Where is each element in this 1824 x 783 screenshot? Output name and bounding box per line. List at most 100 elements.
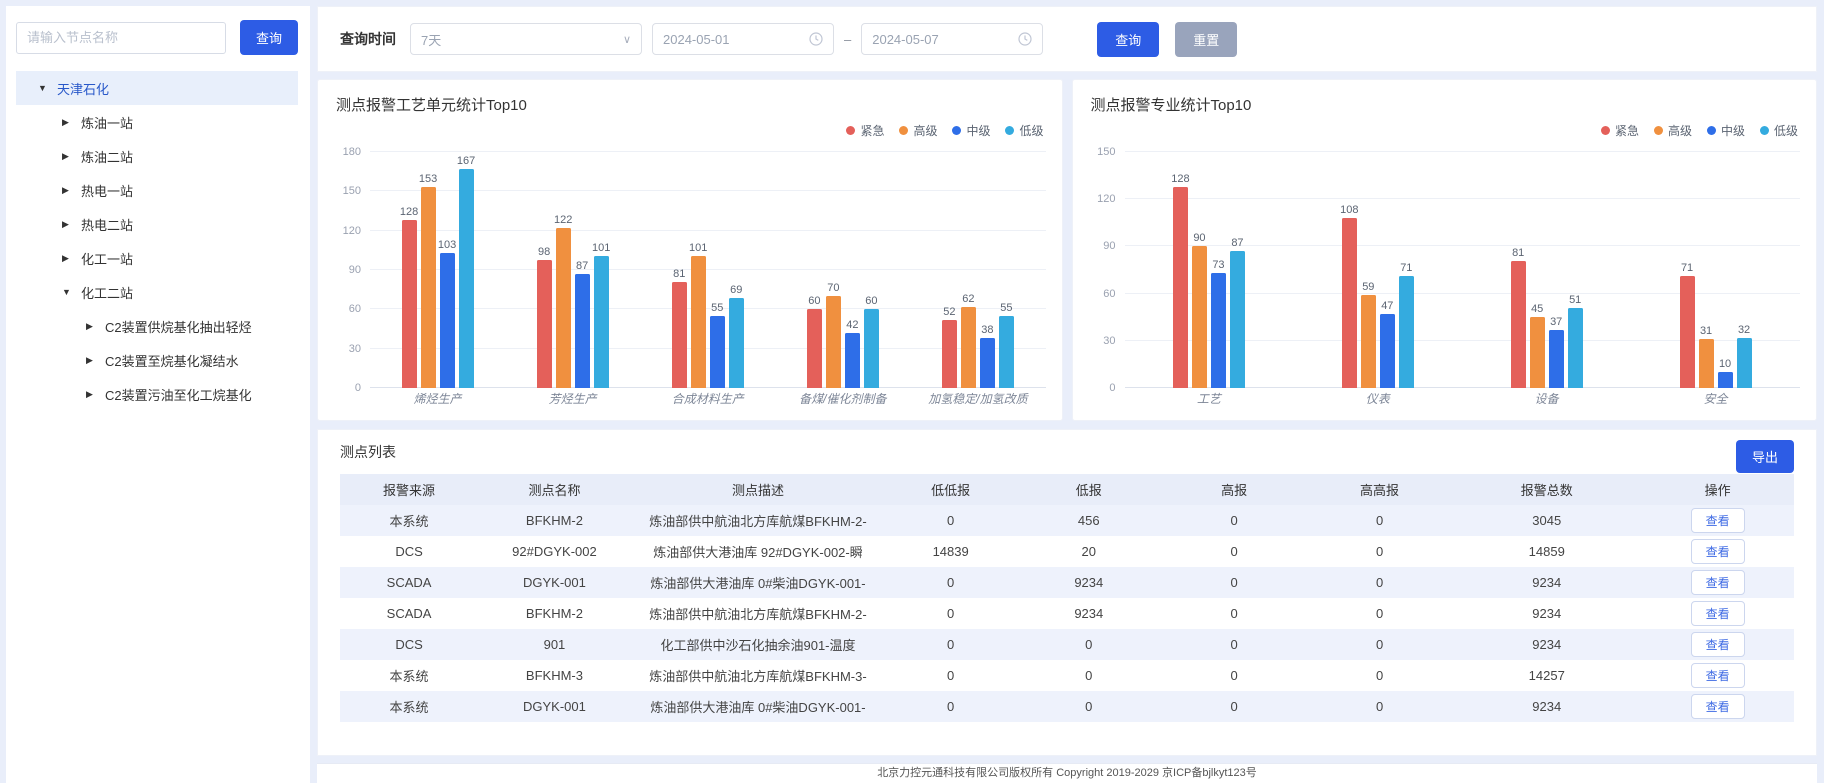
end-date-input[interactable]: 2024-05-07 xyxy=(861,23,1043,55)
bar-groups: 1281531031679812287101811015569607042605… xyxy=(370,152,1046,388)
legend-item-低级[interactable]: 低级 xyxy=(1005,122,1043,139)
caret-right-icon[interactable]: ▶ xyxy=(62,117,72,128)
caret-right-icon[interactable]: ▶ xyxy=(86,389,96,400)
y-tick-label: 120 xyxy=(1097,193,1115,205)
bar-group-安全: 71311032 xyxy=(1631,152,1800,388)
caret-right-icon[interactable]: ▶ xyxy=(86,321,96,332)
table-cell-actions: 查看 xyxy=(1641,536,1794,567)
chart-legend: 紧急高级 中级低级 xyxy=(1601,122,1798,139)
chart-x-axis-labels: 烯烃生产芳烃生产合成材料生产备煤/催化剂制备加氢稳定/加氢改质 xyxy=(370,390,1046,407)
bar-紧急: 81 xyxy=(1511,261,1526,388)
table-cell-actions: 查看 xyxy=(1641,567,1794,598)
tree-item-8[interactable]: ▶C2装置至烷基化凝结水 xyxy=(16,343,298,377)
export-button[interactable]: 导出 xyxy=(1736,440,1794,473)
caret-right-icon[interactable]: ▶ xyxy=(62,253,72,264)
table-cell: 9234 xyxy=(1016,598,1161,629)
bar-value-label: 128 xyxy=(400,206,418,218)
view-button[interactable]: 查看 xyxy=(1691,694,1745,719)
tree-item-2[interactable]: ▶炼油二站 xyxy=(16,139,298,173)
node-search-button[interactable]: 查询 xyxy=(240,20,298,55)
bar-value-label: 38 xyxy=(981,324,993,336)
caret-right-icon[interactable]: ▶ xyxy=(62,185,72,196)
view-button[interactable]: 查看 xyxy=(1691,663,1745,688)
tree-item-label: 热电二站 xyxy=(81,215,133,234)
bar-中级: 55 xyxy=(710,316,725,388)
table-cell: 9234 xyxy=(1452,691,1641,722)
start-date-input[interactable]: 2024-05-01 xyxy=(652,23,834,55)
tree-item-0[interactable]: ▼天津石化 xyxy=(16,71,298,105)
bar-group-设备: 81453751 xyxy=(1462,152,1631,388)
legend-label: 中级 xyxy=(1721,122,1745,139)
x-category-label: 备煤/催化剂制备 xyxy=(775,390,910,407)
table-cell: 本系统 xyxy=(340,691,478,722)
node-search-input[interactable] xyxy=(16,22,226,54)
table-cell: 0 xyxy=(1161,505,1306,536)
caret-down-icon[interactable]: ▼ xyxy=(38,83,48,93)
legend-dot-icon xyxy=(1601,126,1610,135)
view-button[interactable]: 查看 xyxy=(1691,632,1745,657)
table-row: DCS901化工部供中沙石化抽余油901-温度00009234查看 xyxy=(340,629,1794,660)
time-range-value: 7天 xyxy=(421,30,441,49)
caret-right-icon[interactable]: ▶ xyxy=(62,151,72,162)
caret-down-icon[interactable]: ▼ xyxy=(62,287,72,297)
app-root: 查询 ▼天津石化▶炼油一站▶炼油二站▶热电一站▶热电二站▶化工一站▼化工二站▶C… xyxy=(0,0,1824,783)
bar-value-label: 45 xyxy=(1531,303,1543,315)
table-cell: BFKHM-2 xyxy=(478,505,631,536)
bar-低级: 55 xyxy=(999,316,1014,388)
tree-item-label: 化工一站 xyxy=(81,249,133,268)
y-tick-label: 0 xyxy=(355,382,361,394)
bar-value-label: 87 xyxy=(576,260,588,272)
filter-label: 查询时间 xyxy=(340,29,396,49)
table-cell: 0 xyxy=(885,629,1016,660)
table-cell-actions: 查看 xyxy=(1641,598,1794,629)
y-tick-label: 180 xyxy=(343,146,361,158)
view-button[interactable]: 查看 xyxy=(1691,539,1745,564)
bar-低级: 87 xyxy=(1230,251,1245,388)
x-category-label: 合成材料生产 xyxy=(640,390,775,407)
reset-button[interactable]: 重置 xyxy=(1175,22,1237,57)
end-date-value: 2024-05-07 xyxy=(872,32,939,47)
y-tick-label: 60 xyxy=(1103,288,1115,300)
bar-value-label: 167 xyxy=(457,155,475,167)
bar-value-label: 42 xyxy=(846,319,858,331)
legend-item-中级[interactable]: 中级 xyxy=(1707,122,1745,139)
view-button[interactable]: 查看 xyxy=(1691,601,1745,626)
tree-item-7[interactable]: ▶ C2装置供烷基化抽出轻烃 xyxy=(16,309,298,343)
table-cell: BFKHM-3 xyxy=(478,660,631,691)
time-range-select[interactable]: 7天 ∨ xyxy=(410,23,642,55)
tree-item-3[interactable]: ▶热电一站 xyxy=(16,173,298,207)
legend-item-中级[interactable]: 中级 xyxy=(952,122,990,139)
y-tick-label: 30 xyxy=(349,343,361,355)
tree-item-6[interactable]: ▼化工二站 xyxy=(16,275,298,309)
legend-item-高级[interactable]: 高级 xyxy=(1654,122,1692,139)
y-tick-label: 150 xyxy=(1097,146,1115,158)
query-button[interactable]: 查询 xyxy=(1097,22,1159,57)
view-button[interactable]: 查看 xyxy=(1691,508,1745,533)
legend-dot-icon xyxy=(952,126,961,135)
table-cell: 9234 xyxy=(1452,567,1641,598)
tree-item-5[interactable]: ▶ 化工一站 xyxy=(16,241,298,275)
tree-item-4[interactable]: ▶ 热电二站 xyxy=(16,207,298,241)
bar-value-label: 69 xyxy=(730,284,742,296)
legend-item-紧急[interactable]: 紧急 xyxy=(846,122,884,139)
view-button[interactable]: 查看 xyxy=(1691,570,1745,595)
filter-bar: 查询时间 7天 ∨ 2024-05-01 – 2024-05-07 xyxy=(317,6,1817,72)
bar-value-label: 47 xyxy=(1381,300,1393,312)
bar-紧急: 71 xyxy=(1680,276,1695,388)
tree-item-9[interactable]: ▶C2装置污油至化工烷基化 xyxy=(16,377,298,411)
table-cell: 14839 xyxy=(885,536,1016,567)
table-cell: DCS xyxy=(340,536,478,567)
bar-value-label: 153 xyxy=(419,173,437,185)
legend-item-紧急[interactable]: 紧急 xyxy=(1601,122,1639,139)
caret-right-icon[interactable]: ▶ xyxy=(86,355,96,366)
y-tick-label: 120 xyxy=(343,225,361,237)
tree-item-1[interactable]: ▶炼油一站 xyxy=(16,105,298,139)
tree-item-label: C2装置供烷基化抽出轻烃 xyxy=(105,317,252,336)
legend-item-高级[interactable]: 高级 xyxy=(899,122,937,139)
caret-right-icon[interactable]: ▶ xyxy=(62,219,72,230)
table-cell: 炼油部供中航油北方库航煤BFKHM-2- xyxy=(631,598,885,629)
bar-value-label: 70 xyxy=(827,282,839,294)
table-cell: DCS xyxy=(340,629,478,660)
legend-item-低级[interactable]: 低级 xyxy=(1760,122,1798,139)
legend-label: 中级 xyxy=(966,122,990,139)
